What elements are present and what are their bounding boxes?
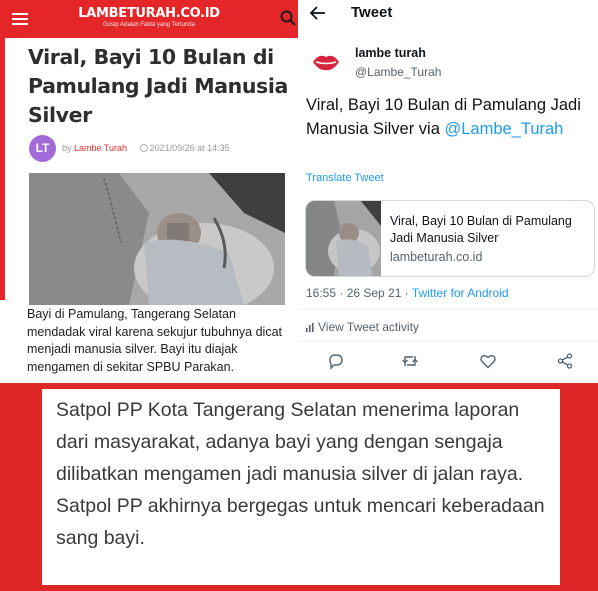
byline-prefix: by xyxy=(62,143,72,153)
article-photo xyxy=(29,173,285,305)
source-app-link[interactable]: Twitter for Android xyxy=(412,286,509,300)
bottom-banner: Satpol PP Kota Tangerang Selatan menerim… xyxy=(0,383,598,591)
display-name[interactable]: lambe turah xyxy=(355,46,426,60)
tweet-text: Viral, Bayi 10 Bulan di Pamulang Jadi Ma… xyxy=(306,93,594,141)
quote-box: Satpol PP Kota Tangerang Selatan menerim… xyxy=(42,389,560,585)
card-thumbnail xyxy=(306,201,381,276)
card-title: Viral, Bayi 10 Bulan di Pamulang Jadi Ma… xyxy=(390,214,572,245)
translate-tweet-link[interactable]: Translate Tweet xyxy=(306,172,384,184)
left-red-strip xyxy=(0,38,5,300)
share-icon[interactable] xyxy=(556,352,574,370)
divider xyxy=(298,341,598,342)
tweet-topbar: Tweet xyxy=(298,0,598,28)
article-title: Viral, Bayi 10 Bulan di Pamulang Jadi Ma… xyxy=(28,45,288,127)
bar-chart-icon xyxy=(306,323,314,332)
link-preview-card[interactable]: Viral, Bayi 10 Bulan di Pamulang Jadi Ma… xyxy=(305,200,595,277)
author-avatar[interactable]: LT xyxy=(29,135,56,162)
like-icon[interactable] xyxy=(479,352,497,370)
article-panel: LAMBETURAH.CO.ID Gosip Adalah Fakta yang… xyxy=(0,0,298,383)
user-handle[interactable]: @Lambe_Turah xyxy=(355,65,441,79)
tweet-timestamp: 16:55 · 26 Sep 21 · xyxy=(306,286,412,300)
divider xyxy=(298,309,598,310)
topbar-title: Tweet xyxy=(351,4,393,21)
site-logo[interactable]: LAMBETURAH.CO.ID xyxy=(0,6,298,21)
view-activity-label: View Tweet activity xyxy=(318,320,419,334)
publish-date: 2021/09/26 at 14:35 xyxy=(149,143,230,153)
site-tagline: Gosip Adalah Fakta yang Tertunda xyxy=(103,22,195,28)
card-domain: lambeturah.co.id xyxy=(390,250,483,264)
byline: by Lambe Turah 2021/09/26 at 14:35 xyxy=(62,143,230,153)
search-icon[interactable] xyxy=(280,10,296,26)
retweet-icon[interactable] xyxy=(401,352,419,370)
quote-text: Satpol PP Kota Tangerang Selatan menerim… xyxy=(56,399,545,549)
site-header: LAMBETURAH.CO.ID Gosip Adalah Fakta yang… xyxy=(0,0,298,38)
profile-avatar[interactable] xyxy=(308,44,344,80)
back-arrow-icon[interactable] xyxy=(309,5,327,21)
clock-icon xyxy=(139,144,148,152)
tweet-panel: Tweet lambe turah @Lambe_Turah Viral, Ba… xyxy=(298,0,598,383)
mention-link[interactable]: @Lambe_Turah xyxy=(444,120,563,138)
article-body: Bayi di Pamulang, Tangerang Selatan mend… xyxy=(27,307,283,374)
author-link[interactable]: Lambe Turah xyxy=(74,143,127,153)
tweet-meta: 16:55 · 26 Sep 21 · Twitter for Android xyxy=(306,286,509,300)
view-activity-row[interactable]: View Tweet activity xyxy=(306,320,419,334)
reply-icon[interactable] xyxy=(327,352,345,370)
lips-logo-icon xyxy=(313,55,339,71)
